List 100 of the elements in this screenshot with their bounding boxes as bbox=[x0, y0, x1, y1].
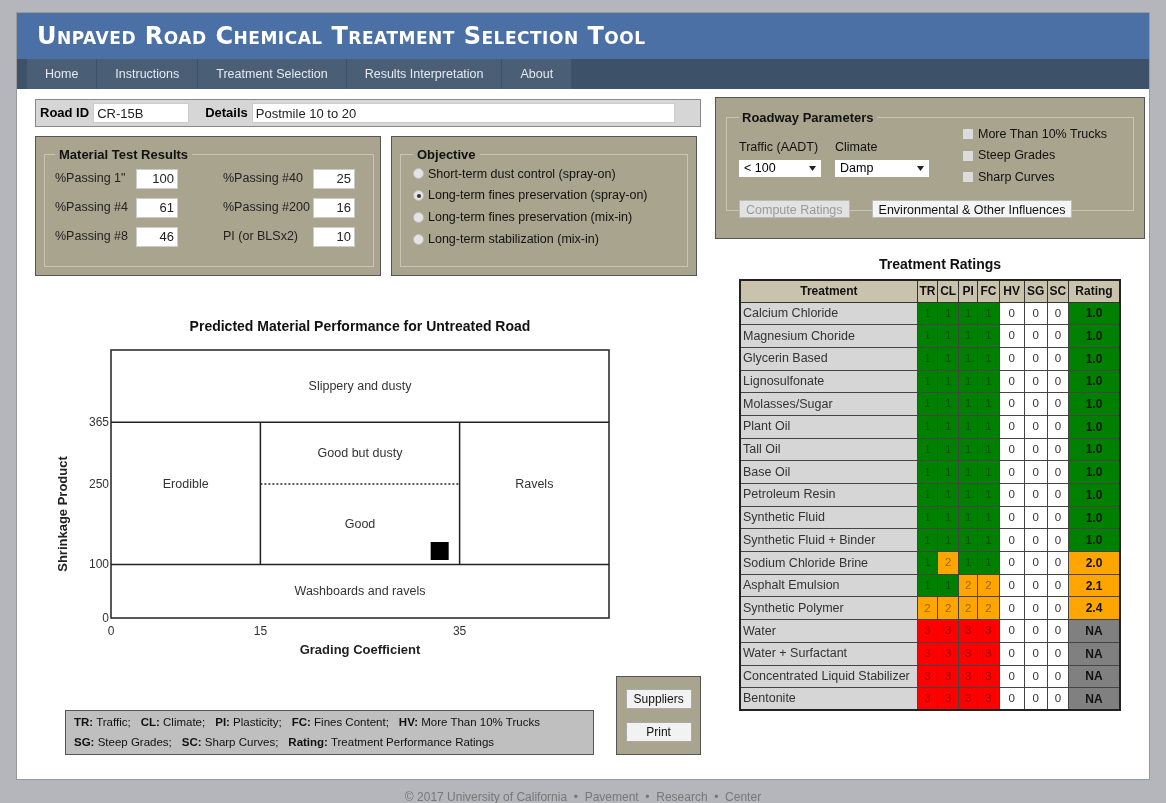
panel-title: Objective bbox=[416, 146, 477, 164]
traffic-label: Traffic (AADT) bbox=[739, 138, 820, 156]
treatment-cell: Calcium Chloride bbox=[740, 302, 918, 325]
y-tick-label: 250 bbox=[88, 477, 109, 491]
nav-link[interactable]: Treatment Selection bbox=[198, 59, 347, 89]
climate-select[interactable]: Damp bbox=[835, 160, 929, 178]
treatment-cell: Base Oil bbox=[740, 460, 918, 484]
treatment-cell: Bentonite bbox=[740, 687, 918, 711]
nav-link[interactable]: About bbox=[502, 59, 573, 89]
legend-entry: TR: Traffic; bbox=[74, 714, 131, 730]
treatment-cell: Concentrated Liquid Stabilizer bbox=[740, 665, 918, 688]
checkbox-label: Sharp Curves bbox=[978, 169, 1055, 186]
details-field[interactable]: Postmile 10 to 20 bbox=[251, 103, 675, 123]
checkbox[interactable] bbox=[963, 172, 973, 183]
table-title: Treatment Ratings bbox=[878, 255, 1002, 274]
treatment-cell: Sodium Chloride Brine bbox=[740, 551, 918, 575]
climate-label: Climate bbox=[835, 138, 879, 156]
column-header: HV bbox=[999, 280, 1025, 302]
treatment-cell: Magnesium Choride bbox=[740, 324, 918, 348]
dropdown-caret-icon bbox=[809, 166, 816, 172]
region-label: Washboards and ravels bbox=[294, 584, 426, 599]
column-header: TR bbox=[917, 280, 938, 302]
region-label: Slippery and dusty bbox=[308, 379, 412, 394]
radio-label: Short-term dust control (spray-on) bbox=[428, 165, 616, 183]
chart-title: Predicted Material Performance for Untreated Road bbox=[189, 318, 531, 334]
footer-text: © 2017 University of California • Pavement • Research • Center bbox=[404, 789, 762, 803]
treatment-cell: Asphalt Emulsion bbox=[740, 574, 918, 597]
dropdown-caret-icon bbox=[917, 166, 924, 172]
checkbox-label: Steep Grades bbox=[978, 147, 1056, 165]
y-tick-label: 0 bbox=[102, 611, 109, 625]
column-header: CL bbox=[937, 280, 959, 302]
test-label: %Passing 1" bbox=[55, 170, 127, 188]
panel-title: Roadway Parameters bbox=[741, 109, 875, 127]
column-header: FC bbox=[977, 280, 999, 302]
legend-entry: SG: Steep Grades; bbox=[74, 735, 172, 750]
region-label: Good but dusty bbox=[317, 446, 403, 461]
column-header: SG bbox=[1024, 280, 1048, 302]
region-label: Erodible bbox=[162, 477, 209, 491]
treatment-cell: Glycerin Based bbox=[740, 347, 918, 371]
radio-button[interactable] bbox=[413, 211, 424, 223]
test-field[interactable]: 46 bbox=[136, 226, 178, 247]
treatment-cell: Water + Surfactant bbox=[740, 642, 918, 665]
treatment-cell: Molasses/Sugar bbox=[740, 392, 918, 416]
radio-label: Long-term fines preservation (spray-on) bbox=[428, 187, 648, 205]
region-label: Good bbox=[344, 517, 376, 532]
nav-link[interactable]: Results Interpretation bbox=[346, 59, 503, 89]
legend-entry: HV: More Than 10% Trucks bbox=[398, 714, 540, 730]
treatment-cell: Synthetic Polymer bbox=[740, 596, 918, 620]
x-tick-label: 15 bbox=[253, 624, 268, 638]
legend-entry: CL: Climate; bbox=[140, 714, 206, 730]
treatment-cell: Lignosulfonate bbox=[740, 370, 918, 393]
test-field[interactable]: 16 bbox=[313, 197, 355, 218]
nav-link[interactable]: Instructions bbox=[97, 59, 199, 89]
test-label: PI (or BLSx2) bbox=[223, 228, 300, 246]
test-label: %Passing #8 bbox=[55, 228, 129, 246]
test-field[interactable]: 25 bbox=[313, 168, 355, 189]
legend-entry: SC: Sharp Curves; bbox=[181, 735, 279, 750]
app-title: Unpaved Road Chemical Treatment Selection Tool bbox=[37, 21, 646, 52]
action-button[interactable]: Print bbox=[625, 722, 692, 742]
radio-label: Long-term stabilization (mix-in) bbox=[428, 230, 599, 248]
radio-button[interactable] bbox=[413, 233, 424, 245]
legend-entry: FC: Fines Content; bbox=[291, 714, 389, 730]
treatment-cell: Synthetic Fluid + Binder bbox=[740, 528, 918, 552]
action-button[interactable]: Environmental & Other Influences bbox=[871, 199, 1073, 218]
test-field[interactable]: 10 bbox=[313, 226, 355, 247]
y-axis-label: Shrinkage Product bbox=[55, 456, 70, 572]
treatment-cell: Plant Oil bbox=[740, 415, 918, 439]
road-id-label: Road ID bbox=[40, 104, 90, 123]
road-id-field[interactable]: CR-15B bbox=[93, 103, 190, 123]
y-tick-label: 365 bbox=[88, 415, 109, 430]
legend-entry: Rating: Treatment Performance Ratings bbox=[288, 735, 495, 750]
treatment-cell: Petroleum Resin bbox=[740, 483, 918, 507]
test-field[interactable]: 100 bbox=[136, 168, 178, 189]
test-label: %Passing #40 bbox=[223, 170, 304, 188]
column-header: SC bbox=[1047, 280, 1069, 302]
treatment-cell: Tall Oil bbox=[740, 438, 918, 461]
x-tick-label: 0 bbox=[107, 624, 115, 638]
checkbox[interactable] bbox=[963, 128, 973, 139]
treatment-cell: Water bbox=[740, 619, 918, 643]
region-label: Ravels bbox=[515, 477, 554, 491]
action-button[interactable]: Suppliers bbox=[625, 689, 692, 709]
column-header: PI bbox=[958, 280, 978, 302]
radio-button[interactable] bbox=[413, 168, 424, 180]
legend-entry: PI: Plasticity; bbox=[215, 714, 282, 730]
test-label: %Passing #200 bbox=[223, 199, 311, 217]
column-header: Treatment bbox=[740, 280, 918, 302]
x-axis-label: Grading Coefficient bbox=[299, 642, 421, 657]
nav-link[interactable]: Home bbox=[27, 59, 98, 89]
test-label: %Passing #4 bbox=[55, 199, 129, 217]
radio-button[interactable] bbox=[413, 190, 424, 202]
checkbox[interactable] bbox=[963, 150, 973, 161]
test-field[interactable]: 61 bbox=[136, 197, 178, 218]
column-header: Rating bbox=[1068, 280, 1120, 302]
traffic-select[interactable]: < 100 bbox=[739, 160, 821, 178]
checkbox-label: More Than 10% Trucks bbox=[978, 125, 1107, 143]
x-tick-label: 35 bbox=[452, 624, 467, 638]
y-tick-label: 100 bbox=[88, 557, 109, 572]
treatment-cell: Synthetic Fluid bbox=[740, 506, 918, 529]
radio-label: Long-term fines preservation (mix-in) bbox=[428, 209, 633, 226]
details-label: Details bbox=[205, 104, 248, 123]
